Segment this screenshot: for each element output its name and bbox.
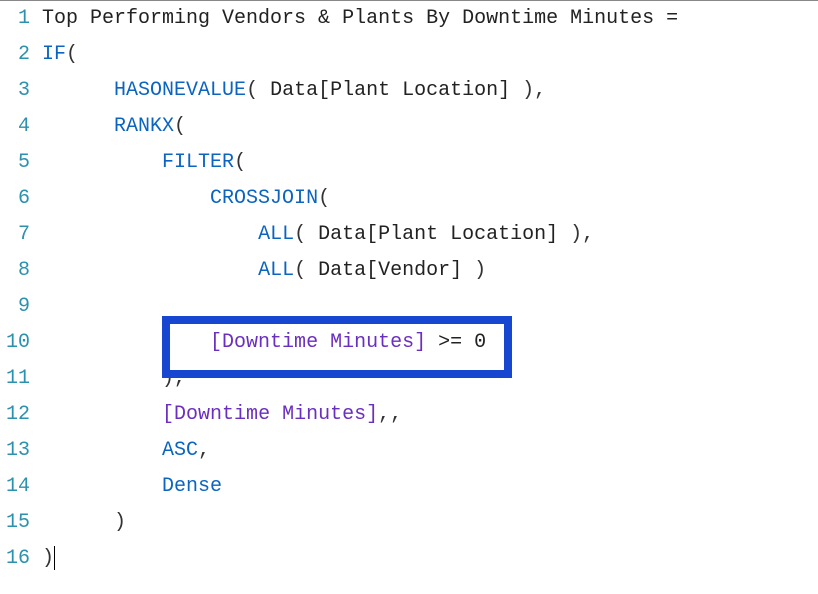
line-number: 16 [6,541,30,577]
text-cursor [54,546,55,570]
line-number: 15 [6,505,30,541]
line-number: 3 [6,73,30,109]
enum-asc: ASC [162,439,198,462]
code-line: RANKX( [42,109,818,145]
enum-dense: Dense [162,475,222,498]
number-literal: 0 [474,331,486,354]
code-line: HASONEVALUE( Data[Plant Location] ), [42,73,818,109]
operator: >= [426,331,474,354]
code-line: ALL( Data[Vendor] ) [42,253,818,289]
column-ref: Data[Plant Location] [270,79,510,102]
code-line: ), [42,361,818,397]
code-line: Top Performing Vendors & Plants By Downt… [42,1,818,37]
code-line: FILTER( [42,145,818,181]
function-all: ALL [258,259,294,282]
paren-open: ( [66,43,78,66]
code-line: IF( [42,37,818,73]
paren-close: ) [42,547,54,570]
code-line: Dense [42,469,818,505]
line-number: 2 [6,37,30,73]
function-filter: FILTER [162,151,234,174]
code-line: [Downtime Minutes] >= 0 [42,325,818,361]
line-number: 5 [6,145,30,181]
function-rankx: RANKX [114,115,174,138]
code-line: ) [42,541,818,577]
code-line: ) [42,505,818,541]
line-number: 8 [6,253,30,289]
line-number-gutter: 1 2 3 4 5 6 7 8 9 10 11 12 13 14 15 16 [0,1,38,594]
code-line: [Downtime Minutes],, [42,397,818,433]
line-number: 1 [6,1,30,37]
column-ref: Data[Vendor] [318,259,462,282]
function-all: ALL [258,223,294,246]
measure-name-text: Top Performing Vendors & Plants By Downt… [42,7,678,30]
line-number: 6 [6,181,30,217]
paren-close: ) [114,511,126,534]
code-line [42,289,818,325]
keyword-if: IF [42,43,66,66]
code-editor[interactable]: 1 2 3 4 5 6 7 8 9 10 11 12 13 14 15 16 T… [0,0,818,594]
line-number: 9 [6,289,30,325]
code-line: ALL( Data[Plant Location] ), [42,217,818,253]
measure-ref: [Downtime Minutes] [162,403,378,426]
code-line: ASC, [42,433,818,469]
function-crossjoin: CROSSJOIN [210,187,318,210]
column-ref: Data[Plant Location] [318,223,558,246]
line-number: 14 [6,469,30,505]
paren-close: ), [162,367,186,390]
code-area[interactable]: Top Performing Vendors & Plants By Downt… [38,1,818,594]
code-line: CROSSJOIN( [42,181,818,217]
function-hasonevalue: HASONEVALUE [114,79,246,102]
line-number: 10 [6,325,30,361]
measure-ref: [Downtime Minutes] [210,331,426,354]
line-number: 13 [6,433,30,469]
line-number: 4 [6,109,30,145]
line-number: 7 [6,217,30,253]
line-number: 11 [6,361,30,397]
line-number: 12 [6,397,30,433]
